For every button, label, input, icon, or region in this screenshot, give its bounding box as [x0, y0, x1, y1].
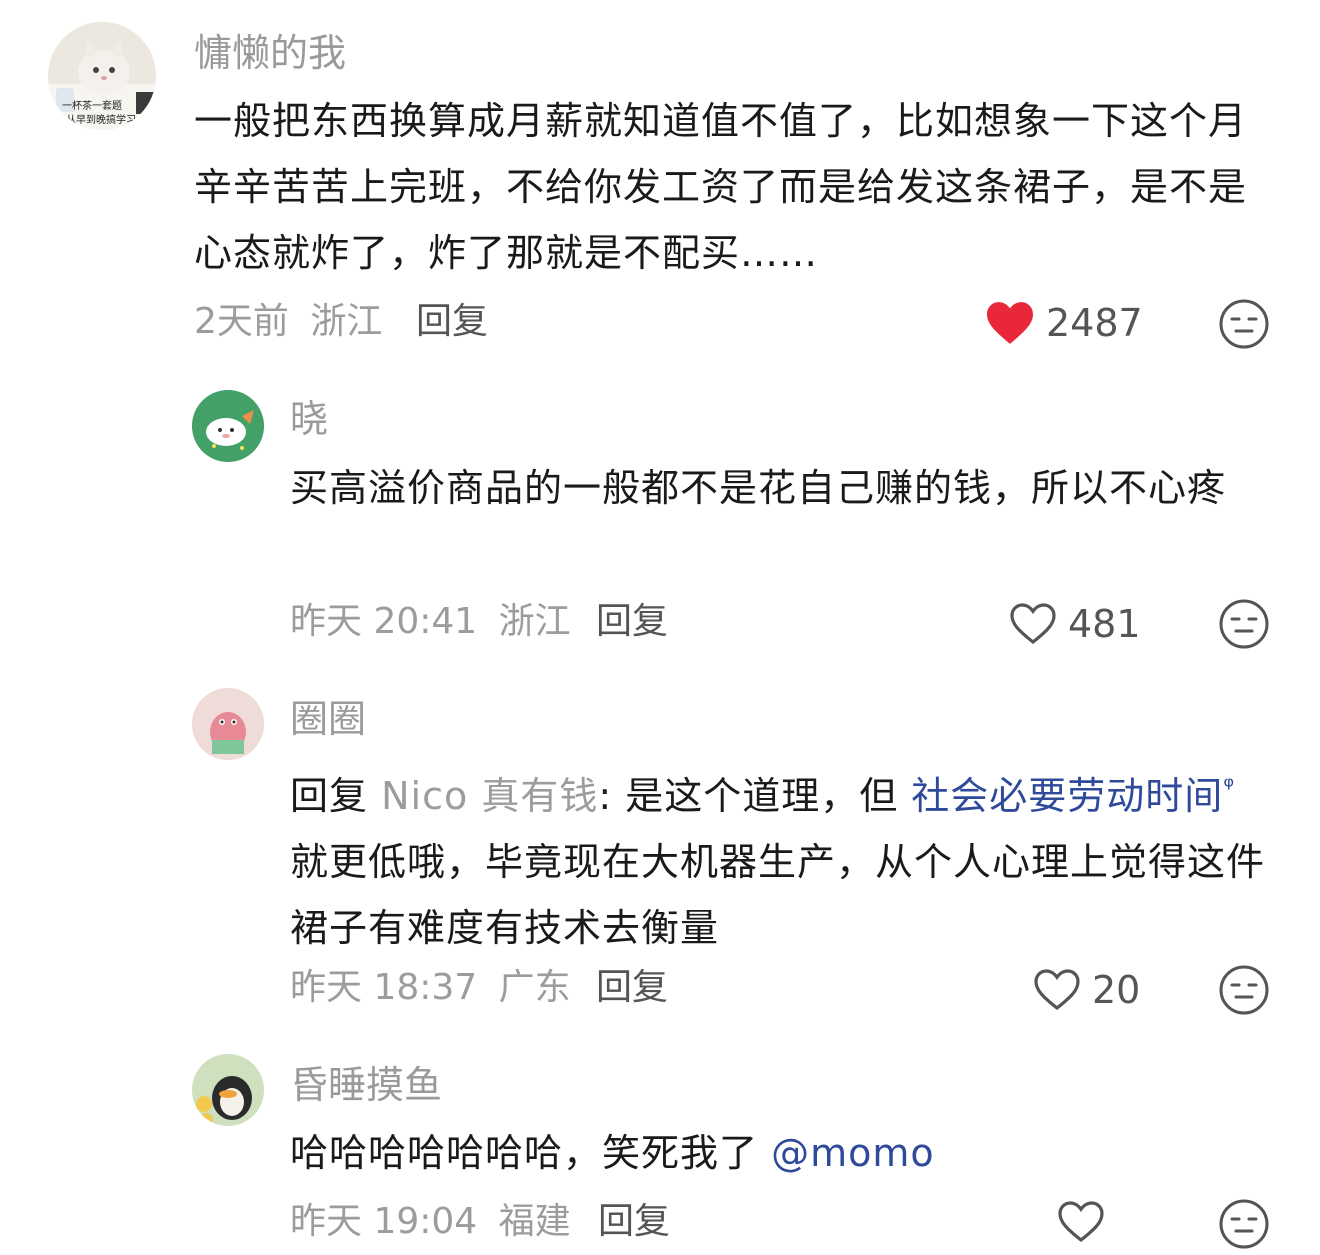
- reply-prefix: 回复: [290, 774, 369, 818]
- heart-outline-icon: [1010, 603, 1056, 645]
- avatar-hunshui[interactable]: [192, 1054, 264, 1126]
- comment-time-value: 昨天 19:04: [290, 1201, 478, 1242]
- reply-button[interactable]: 回复: [416, 304, 488, 340]
- like-count: 481: [1068, 602, 1141, 646]
- comment-text-part: 哈哈哈哈哈哈哈，笑死我了: [290, 1131, 772, 1175]
- like-button[interactable]: [1056, 1200, 1116, 1244]
- heart-outline-icon: [1058, 1201, 1104, 1243]
- mention-link[interactable]: @momo: [771, 1131, 935, 1175]
- comment-location: 广东: [498, 967, 571, 1008]
- heart-icon: [987, 302, 1033, 344]
- neutral-face-icon[interactable]: [1218, 1198, 1270, 1250]
- comment-time: 2天前 浙江: [194, 304, 382, 340]
- like-count: 2487: [1046, 301, 1143, 345]
- comment-time-value: 昨天 20:41: [290, 601, 478, 642]
- like-button[interactable]: 20: [1032, 968, 1140, 1012]
- comment-time-value: 昨天 18:37: [290, 967, 478, 1008]
- avatar-cat[interactable]: 一杯茶一套题 从早到晚搞学习: [48, 22, 156, 130]
- neutral-face-icon[interactable]: [1218, 298, 1270, 350]
- neutral-face-icon[interactable]: [1218, 964, 1270, 1016]
- heart-outline-icon: [1034, 969, 1080, 1011]
- comment-location: 浙江: [498, 601, 571, 642]
- comment-time: 昨天 19:04 福建: [290, 1204, 571, 1240]
- comment-time: 昨天 20:41 浙江: [290, 604, 571, 640]
- comment-time: 昨天 18:37 广东: [290, 970, 571, 1006]
- avatar-caption-2: 从早到晚搞学习: [66, 115, 136, 126]
- avatar-caption-1: 一杯茶一套题: [62, 101, 122, 112]
- comment-username[interactable]: 晓: [290, 400, 328, 438]
- search-keyword-link[interactable]: 社会必要劳动时间: [911, 774, 1223, 818]
- pink-figure-avatar-image: [192, 688, 264, 760]
- comment-location: 福建: [498, 1201, 571, 1242]
- comment-text-part: 就更低哦，毕竟现在大机器生产，从个人心理上觉得这件裙子有难度有技术去衡量: [290, 840, 1266, 950]
- search-icon[interactable]: ᵠ: [1223, 772, 1235, 802]
- comment-text: 哈哈哈哈哈哈哈，笑死我了 @momo: [290, 1120, 1260, 1186]
- like-button[interactable]: 481: [1008, 602, 1141, 646]
- bird-avatar-image: [192, 1054, 264, 1126]
- reply-button[interactable]: 回复: [596, 604, 668, 640]
- like-count: 20: [1092, 968, 1141, 1012]
- comment-username[interactable]: 昏睡摸鱼: [290, 1066, 442, 1104]
- avatar-quanquan[interactable]: [192, 688, 264, 760]
- comment-text-part: : 是这个道理，但: [598, 774, 912, 818]
- comment-text: 回复 Nico 真有钱: 是这个道理，但 社会必要劳动时间ᵠ 就更低哦，毕竟现在大…: [290, 754, 1275, 961]
- reply-button[interactable]: 回复: [598, 1204, 670, 1240]
- comment-text: 买高溢价商品的一般都不是花自己赚的钱，所以不心疼: [290, 466, 1227, 510]
- neutral-face-icon[interactable]: [1218, 598, 1270, 650]
- comment-time-value: 2天前: [194, 301, 289, 342]
- comment-location: 浙江: [310, 301, 383, 342]
- reply-target-username[interactable]: Nico 真有钱: [381, 774, 598, 818]
- cartoon-avatar-image: [192, 390, 264, 462]
- comment-username[interactable]: 圈圈: [290, 700, 366, 738]
- avatar-xiao[interactable]: [192, 390, 264, 462]
- comment-text: 一般把东西换算成月薪就知道值不值了，比如想象一下这个月辛辛苦苦上完班，不给你发工…: [194, 99, 1248, 275]
- comment-username[interactable]: 慵懒的我: [194, 34, 346, 72]
- like-button[interactable]: 2487: [984, 300, 1143, 346]
- reply-button[interactable]: 回复: [596, 970, 668, 1006]
